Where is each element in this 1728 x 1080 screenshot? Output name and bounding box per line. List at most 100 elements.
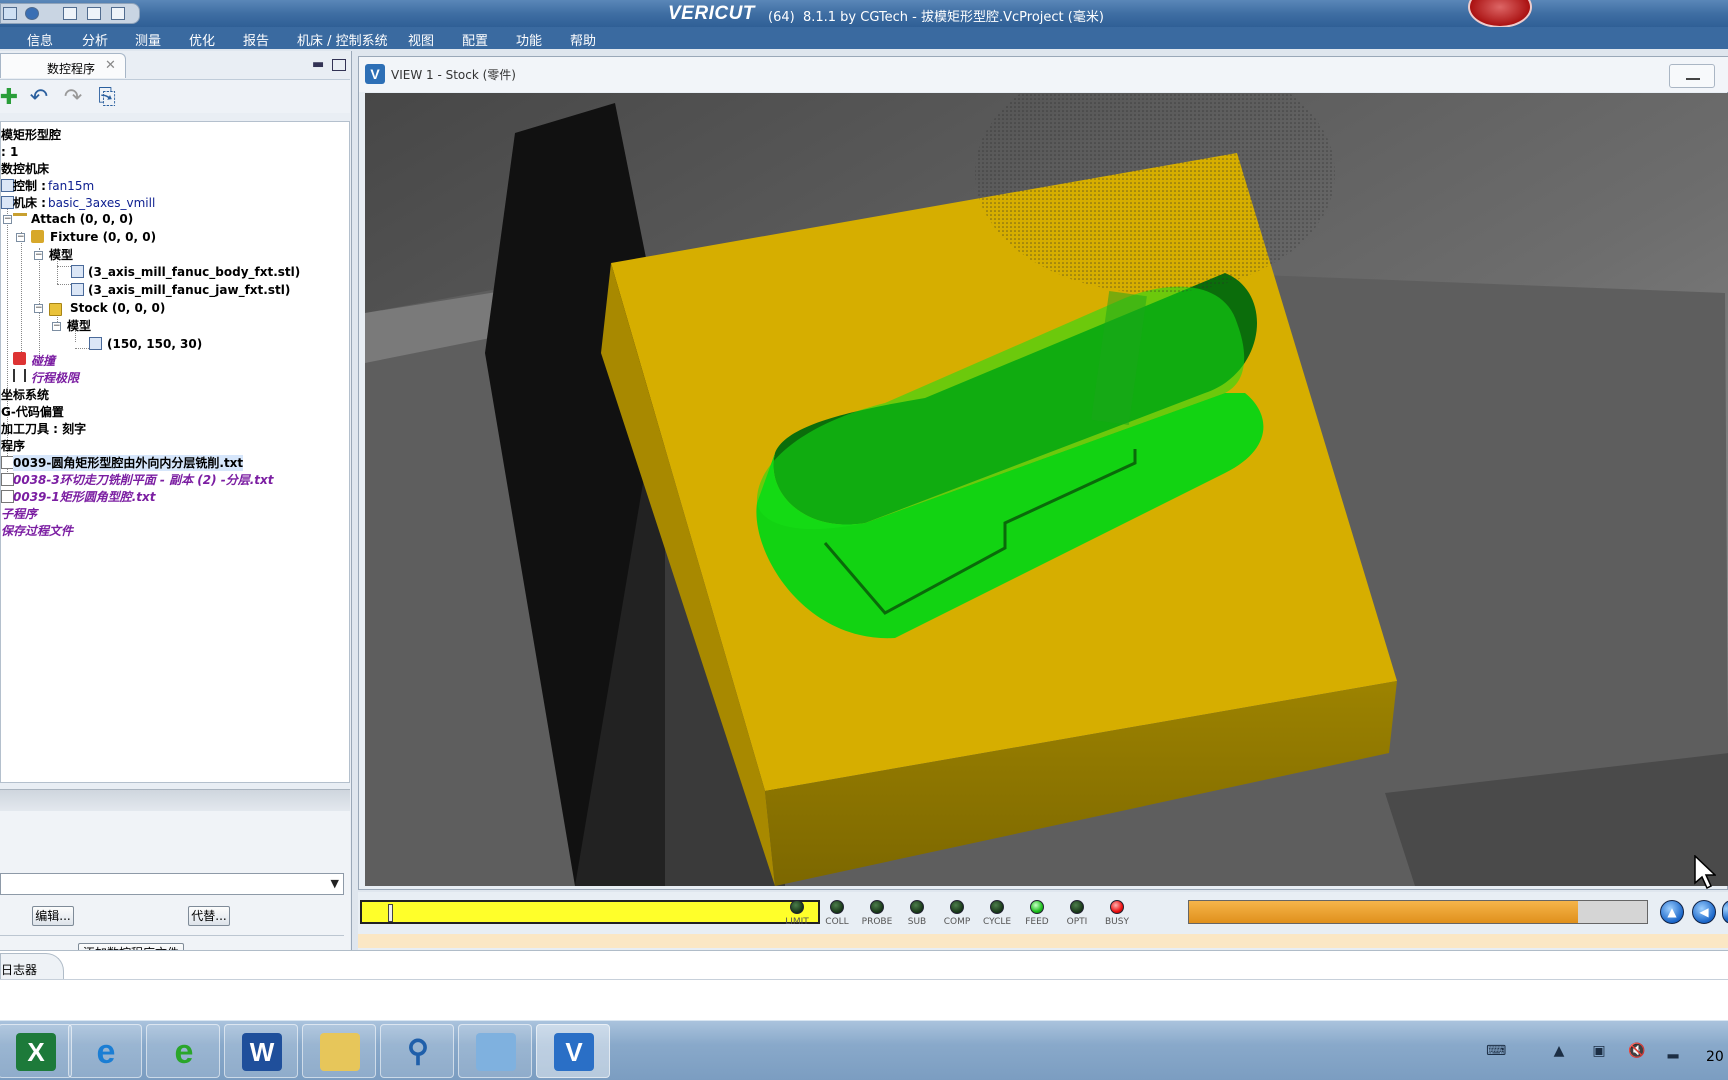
- led-label: FEED: [1025, 917, 1049, 927]
- status-led-cycle: CYCLE: [978, 900, 1016, 934]
- menu-info[interactable]: 信息: [27, 30, 53, 49]
- tree-fixture-jaw-stl[interactable]: (3_axis_mill_fanuc_jaw_fxt.stl): [88, 282, 290, 298]
- collapse-icon[interactable]: −: [52, 322, 61, 331]
- close-icon[interactable]: ✕: [105, 58, 116, 73]
- program-select[interactable]: ▼: [0, 873, 344, 895]
- tree-fixture-body-stl[interactable]: (3_axis_mill_fanuc_body_fxt.stl): [88, 264, 300, 280]
- simulation-progress-fill: [1189, 901, 1579, 923]
- undo-icon[interactable]: ↶: [26, 86, 52, 110]
- tree-program-0039[interactable]: 0039-圆角矩形型腔由外向内分层铣削.txt: [13, 455, 244, 471]
- menu-config[interactable]: 配置: [462, 30, 488, 49]
- title-bar: VERICUT (64) 8.1.1 by CGTech - 拔模矩形型腔.Vc…: [0, 0, 1728, 28]
- tree-nc-machine[interactable]: 数控机床: [1, 161, 49, 177]
- led-indicator-icon: [1030, 900, 1044, 914]
- collapse-icon[interactable]: −: [16, 233, 25, 242]
- status-led-limit: LIMIT: [778, 900, 816, 934]
- tree-control-value[interactable]: fan15m: [48, 178, 94, 194]
- block-model-icon: [89, 337, 102, 350]
- tree-project-root[interactable]: 模矩形型腔: [1, 127, 61, 143]
- taskbar-ie-green[interactable]: e: [146, 1024, 220, 1078]
- tree-stock-block[interactable]: (150, 150, 30): [107, 336, 202, 352]
- tree-attach[interactable]: Attach (0, 0, 0): [31, 211, 133, 227]
- tree-machine-label[interactable]: 机床 :: [13, 195, 46, 211]
- volume-muted-icon[interactable]: 🔇: [1628, 1043, 1646, 1059]
- tree-subroutines[interactable]: 子程序: [1, 506, 37, 522]
- tree-machine-value[interactable]: basic_3axes_vmill: [48, 195, 155, 211]
- tab-nc-program[interactable]: 数控程序 ✕: [0, 53, 126, 78]
- 3d-viewport[interactable]: [365, 93, 1728, 886]
- taskbar-excel[interactable]: X: [0, 1024, 72, 1078]
- network-device-icon[interactable]: ▣: [1590, 1043, 1608, 1059]
- ie-green-icon: e: [174, 1033, 194, 1071]
- status-led-probe: PROBE: [858, 900, 896, 934]
- tree-program-0038[interactable]: 0038-3环切走刀铣削平面 - 副本 (2) -分层.txt: [13, 472, 274, 488]
- tree-fixture[interactable]: Fixture (0, 0, 0): [50, 229, 156, 245]
- windows-taskbar: X e e W ⚲ V ⌨ ▲ ▣ 🔇 ▂ 20: [0, 1020, 1728, 1080]
- minimize-icon[interactable]: [1669, 64, 1715, 88]
- redo-icon[interactable]: ↷: [60, 86, 86, 110]
- copy-icon[interactable]: ⎘: [94, 86, 120, 110]
- menu-function[interactable]: 功能: [516, 30, 542, 49]
- taskbar-word[interactable]: W: [224, 1024, 298, 1078]
- taskbar-explorer[interactable]: [302, 1024, 376, 1078]
- taskbar-ie[interactable]: e: [68, 1024, 142, 1078]
- collision-icon: [13, 352, 26, 365]
- menu-help[interactable]: 帮助: [570, 30, 596, 49]
- tree-programs[interactable]: 程序: [1, 438, 25, 454]
- tree-fixture-model[interactable]: 模型: [49, 247, 73, 263]
- replace-button[interactable]: 代替...: [188, 906, 230, 926]
- window-single-icon[interactable]: [63, 7, 77, 20]
- tree-setup[interactable]: : 1: [1, 144, 18, 160]
- taskbar-notepad[interactable]: [458, 1024, 532, 1078]
- tree-stock[interactable]: Stock (0, 0, 0): [70, 300, 165, 316]
- status-led-comp: COMP: [938, 900, 976, 934]
- collapse-icon[interactable]: −: [3, 215, 12, 224]
- clock[interactable]: 20: [1706, 1049, 1724, 1065]
- add-icon[interactable]: ✚: [0, 86, 22, 110]
- window-split-icon[interactable]: [87, 7, 101, 20]
- menu-analysis[interactable]: 分析: [82, 30, 108, 49]
- menu-optimize[interactable]: 优化: [189, 30, 215, 49]
- taskbar-search-tool[interactable]: ⚲: [380, 1024, 454, 1078]
- play-button[interactable]: [1722, 900, 1728, 924]
- edit-button[interactable]: 编辑...: [32, 906, 74, 926]
- status-led-busy: BUSY: [1098, 900, 1136, 934]
- view-header: V VIEW 1 - Stock (零件): [359, 57, 1728, 92]
- menu-view[interactable]: 视图: [408, 30, 434, 49]
- animation-speed-slider[interactable]: [360, 900, 820, 924]
- divider: [0, 935, 344, 936]
- menu-report[interactable]: 报告: [243, 30, 269, 49]
- collapse-icon[interactable]: −: [34, 251, 43, 260]
- record-camera-icon[interactable]: [1468, 0, 1532, 28]
- chevron-down-icon[interactable]: ▼: [331, 877, 339, 890]
- tab-logger[interactable]: 日志器: [0, 953, 64, 979]
- tree-gcode-offsets[interactable]: G-代码偏置: [1, 404, 64, 420]
- tree-travel-limits[interactable]: 行程极限: [31, 370, 79, 386]
- reset-model-button[interactable]: ▲: [1660, 900, 1684, 924]
- tree-control-label[interactable]: 控制 :: [13, 178, 46, 194]
- tree-collision[interactable]: 碰撞: [31, 353, 55, 369]
- tree-save-process-files[interactable]: 保存过程文件: [1, 523, 73, 539]
- maximize-icon[interactable]: [332, 59, 346, 71]
- signal-icon[interactable]: ▂: [1664, 1043, 1682, 1059]
- led-indicator-icon: [1070, 900, 1084, 914]
- led-label: SUB: [907, 917, 927, 927]
- collapse-icon[interactable]: −: [34, 304, 43, 313]
- taskbar-vericut[interactable]: V: [536, 1024, 610, 1078]
- tab-nc-program-label: 数控程序: [47, 62, 96, 76]
- rewind-button[interactable]: ◀: [1692, 900, 1716, 924]
- tree-coordinate-systems[interactable]: 坐标系统: [1, 387, 49, 403]
- panel-splitter[interactable]: [0, 789, 350, 811]
- tree-tooling[interactable]: 加工刀具 : 刻字: [1, 421, 86, 437]
- show-hidden-icons-icon[interactable]: ▲: [1550, 1043, 1568, 1059]
- menu-measure[interactable]: 测量: [135, 30, 161, 49]
- slider-handle[interactable]: [388, 904, 393, 922]
- app-icon[interactable]: [3, 7, 17, 20]
- menu-machine-control[interactable]: 机床 / 控制系统: [297, 30, 388, 49]
- window-stack-icon[interactable]: [111, 7, 125, 20]
- tree-stock-model[interactable]: 模型: [67, 318, 91, 334]
- info-icon[interactable]: [25, 7, 39, 20]
- tree-program-0039-1[interactable]: 0039-1矩形圆角型腔.txt: [13, 489, 156, 505]
- minimize-icon[interactable]: ▬: [312, 57, 324, 72]
- keyboard-icon[interactable]: ⌨: [1486, 1043, 1506, 1059]
